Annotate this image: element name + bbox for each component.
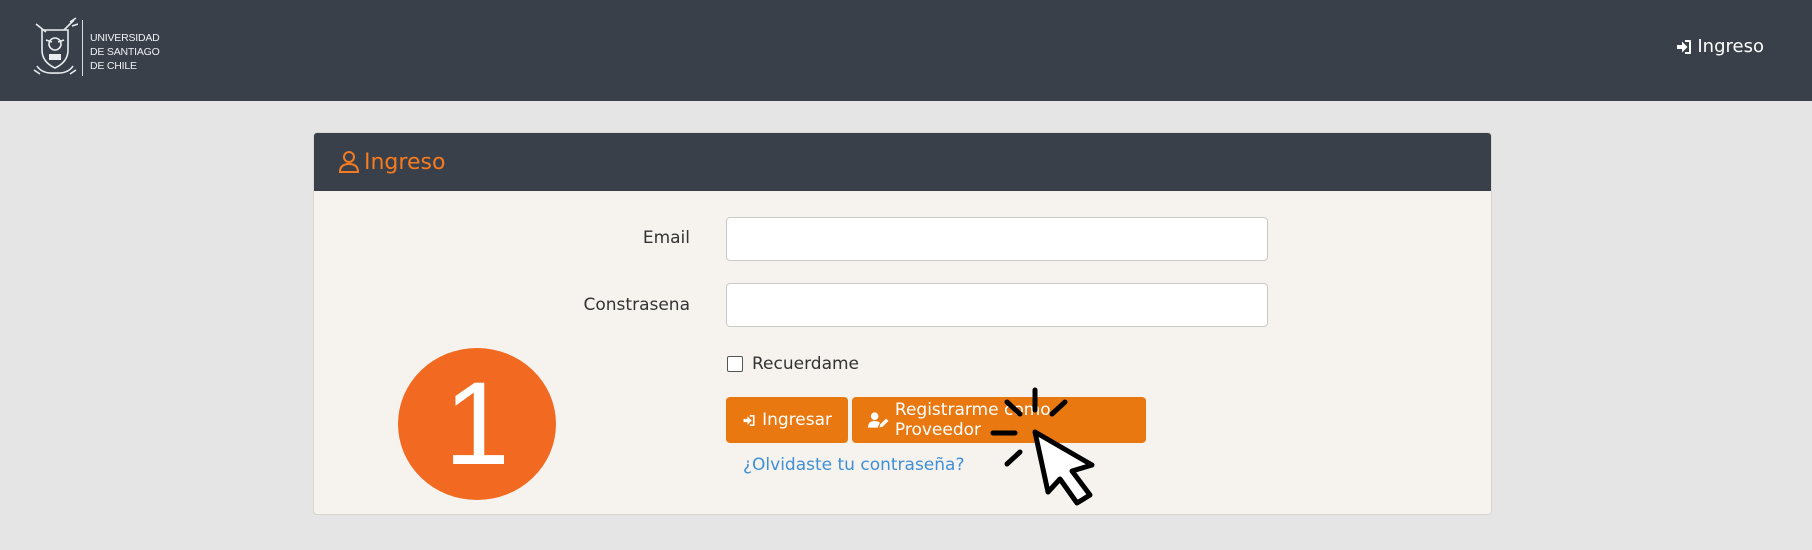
logo-line-3: DE CHILE (90, 60, 137, 72)
card-header: Ingreso (314, 133, 1491, 191)
university-crest-icon (33, 17, 78, 75)
logo-line-1: UNIVERSIDAD (90, 32, 160, 44)
sign-in-icon (1677, 39, 1692, 54)
login-button[interactable]: Ingresar (726, 397, 848, 443)
remember-me-row[interactable]: Recuerdame (727, 354, 859, 374)
forgot-password-link[interactable]: ¿Olvidaste tu contraseña? (743, 455, 964, 475)
click-cursor-icon (990, 387, 1095, 506)
university-logo[interactable]: UNIVERSIDAD DE SANTIAGO DE CHILE (32, 16, 172, 80)
step-number-badge: 1 (398, 348, 556, 500)
password-field[interactable] (726, 283, 1268, 327)
logo-line-2: DE SANTIAGO (90, 46, 160, 58)
email-field[interactable] (726, 217, 1268, 261)
user-icon (338, 151, 360, 173)
nav-login-link[interactable]: Ingreso (1675, 36, 1764, 57)
email-label: Email (642, 228, 690, 248)
remember-me-checkbox[interactable] (727, 356, 743, 372)
logo-wordmark: UNIVERSIDAD DE SANTIAGO DE CHILE (90, 31, 160, 73)
login-button-label: Ingresar (762, 410, 832, 430)
top-navbar: UNIVERSIDAD DE SANTIAGO DE CHILE Ingreso (0, 0, 1812, 101)
user-edit-icon (868, 412, 889, 428)
sign-in-icon (743, 414, 755, 426)
password-label: Constrasena (583, 295, 690, 315)
card-title: Ingreso (364, 149, 446, 175)
logo-divider (82, 20, 83, 76)
remember-me-label: Recuerdame (752, 354, 860, 374)
nav-login-label: Ingreso (1697, 36, 1764, 57)
